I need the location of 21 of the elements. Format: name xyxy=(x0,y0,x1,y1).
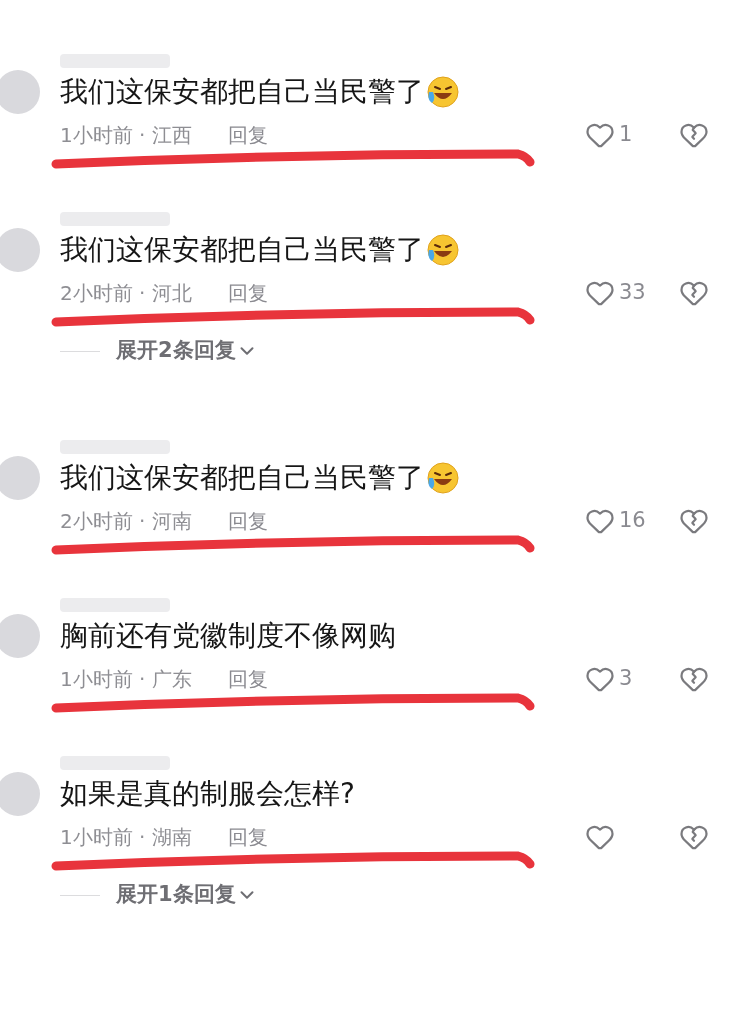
comment-time-location: 2小时前 · 河南 xyxy=(60,508,192,535)
comment-text: 如果是真的制服会怎样? xyxy=(60,776,355,812)
comment-text: 我们这保安都把自己当民警了 xyxy=(60,74,424,110)
expand-replies-link[interactable]: 展开1条回复 xyxy=(116,879,258,911)
reply-link[interactable]: 回复 xyxy=(227,664,268,694)
comment-text: 我们这保安都把自己当民警了 xyxy=(60,232,424,268)
comment-text: 胸前还有党徽制度不像网购 xyxy=(60,618,396,654)
like-count: 33 xyxy=(619,279,646,307)
like-count: 3 xyxy=(619,665,633,693)
reply-link[interactable]: 回复 xyxy=(227,120,268,150)
comment-time-location: 1小时前 · 湖南 xyxy=(60,824,192,851)
reply-link[interactable]: 回复 xyxy=(227,278,268,308)
reply-link[interactable]: 回复 xyxy=(227,506,268,536)
like-count: 1 xyxy=(619,121,633,149)
comment-time-location: 1小时前 · 广东 xyxy=(60,666,192,693)
like-count: 16 xyxy=(619,507,646,535)
expand-replies-link[interactable]: 展开2条回复 xyxy=(116,335,258,367)
comment-time-location: 2小时前 · 河北 xyxy=(60,280,192,307)
comment-text: 我们这保安都把自己当民警了 xyxy=(60,460,424,496)
reply-link[interactable]: 回复 xyxy=(227,822,268,852)
comment-time-location: 1小时前 · 江西 xyxy=(60,122,192,149)
